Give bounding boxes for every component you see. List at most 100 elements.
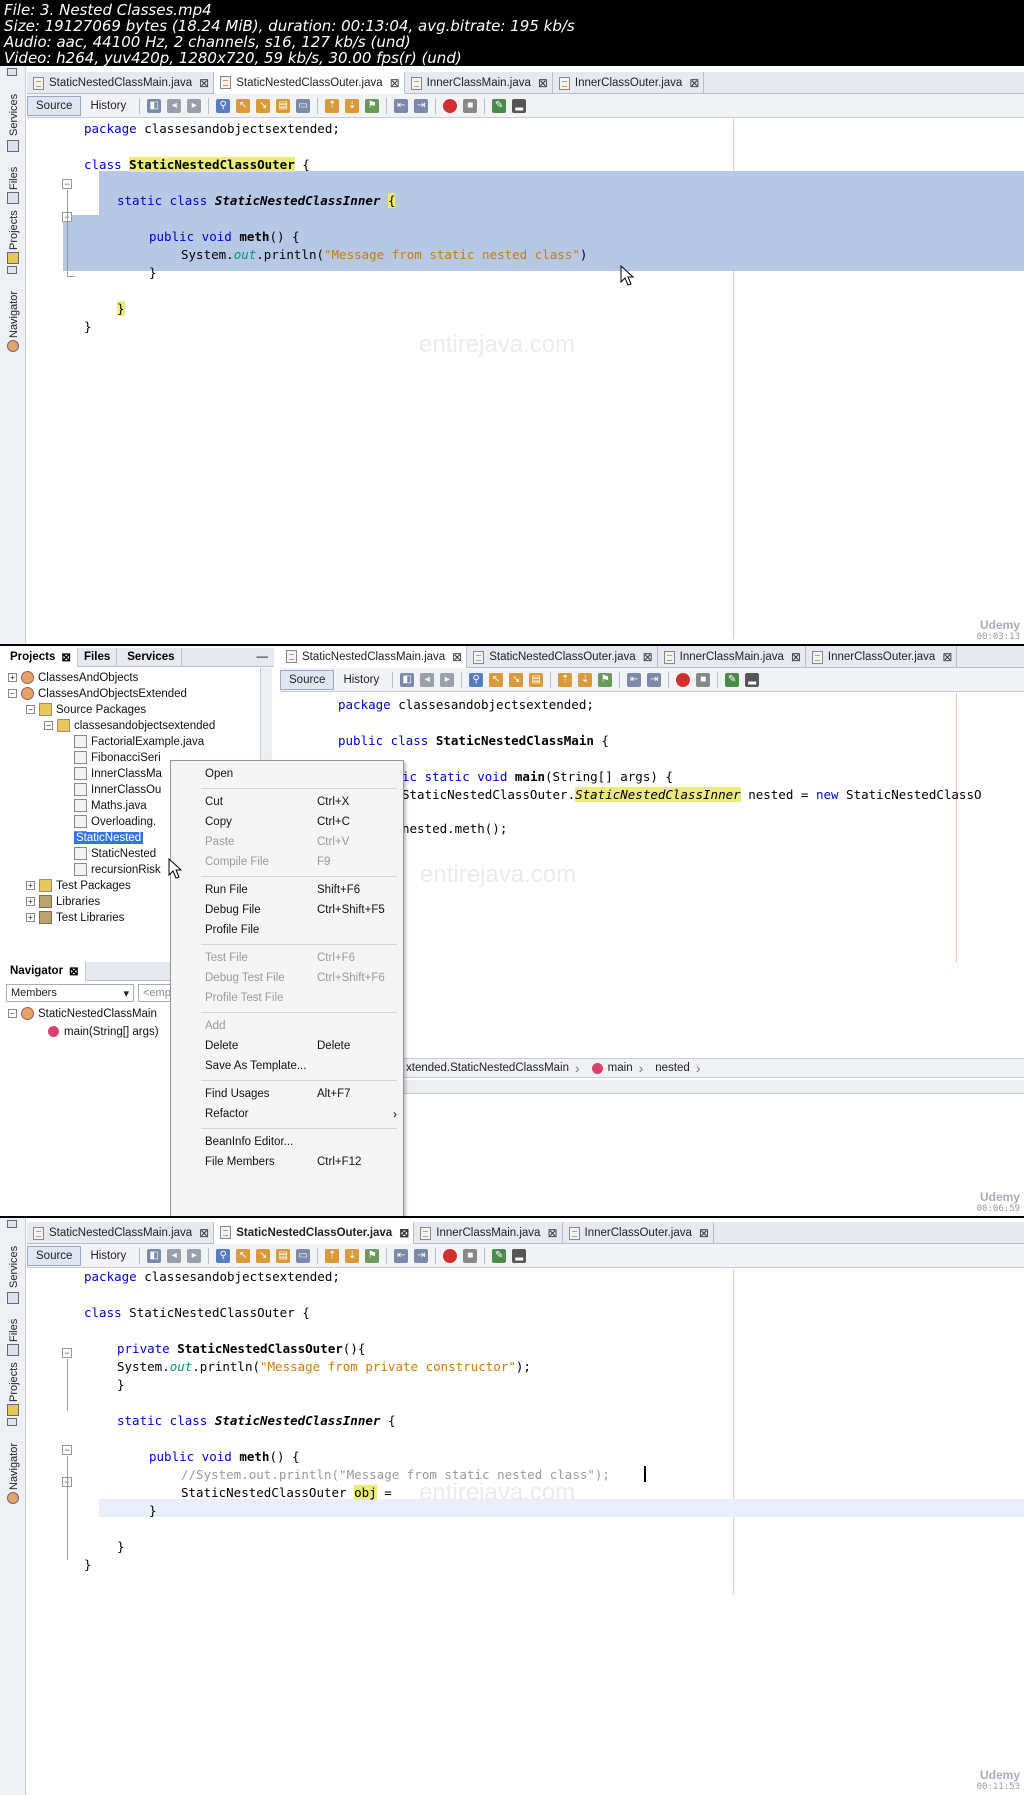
members-combo[interactable]: Members ▾	[6, 984, 134, 1002]
restore-icon[interactable]	[2, 1220, 24, 1232]
tree-item[interactable]: − classesandobjectsextended	[44, 717, 215, 734]
menu-item[interactable]: Debug File Ctrl+Shift+F5	[171, 901, 403, 921]
record-macro-icon[interactable]	[676, 672, 691, 687]
tree-item[interactable]: InnerClassMa	[74, 765, 162, 782]
last-edit-icon[interactable]: ◧	[147, 1248, 162, 1263]
tab-inner-class-main[interactable]: InnerClassMain.java ⊠	[658, 646, 806, 668]
tree-item[interactable]: InnerClassOu	[74, 781, 161, 798]
tree-item[interactable]: − Source Packages	[26, 701, 146, 718]
nav-item[interactable]: − StaticNestedClassMain	[8, 1005, 157, 1022]
tree-item[interactable]: + Test Libraries	[26, 909, 124, 926]
tab-navigator[interactable]: Navigator ⊠	[4, 961, 86, 981]
tree-item[interactable]: Maths.java	[74, 797, 147, 814]
toggle-rect-icon[interactable]: ▭	[296, 98, 311, 113]
toggle-bookmark-icon[interactable]: ⚑	[365, 98, 380, 113]
find-icon[interactable]: ⚲	[469, 672, 484, 687]
tab-inner-class-outer[interactable]: InnerClassOuter.java ⊠	[553, 72, 705, 94]
close-icon[interactable]: ⊠	[452, 650, 462, 664]
tab-static-nested-main[interactable]: StaticNestedClassMain.java ⊠	[27, 1222, 215, 1244]
last-edit-icon[interactable]: ◧	[147, 98, 162, 113]
find-next-icon[interactable]: ↘	[256, 98, 271, 113]
back-icon[interactable]: ◂	[167, 98, 182, 113]
close-icon[interactable]: ⊠	[399, 1226, 409, 1240]
tree-item[interactable]: − ClassesAndObjectsExtended	[8, 685, 187, 702]
close-icon[interactable]: ⊠	[199, 1226, 209, 1240]
close-icon[interactable]: ⊠	[643, 650, 653, 664]
breadcrumb-var[interactable]: nested ›	[649, 1060, 706, 1076]
tab-services[interactable]: Services	[117, 647, 182, 667]
uncomment-icon[interactable]: ▂	[512, 1248, 527, 1263]
history-button[interactable]: History	[334, 670, 388, 690]
close-icon[interactable]: ⊠	[538, 76, 548, 90]
history-button[interactable]: History	[81, 96, 135, 116]
projects-side-tab[interactable]: Projects	[2, 200, 24, 250]
breadcrumb-method[interactable]: main ›	[586, 1060, 650, 1076]
close-icon[interactable]: ⊠	[69, 964, 79, 978]
services-side-tab[interactable]: Services	[2, 82, 24, 136]
shift-right-icon[interactable]: ⇥	[647, 672, 662, 687]
menu-item[interactable]: Copy Ctrl+C	[171, 813, 403, 833]
minimize-icon[interactable]: —	[257, 651, 275, 663]
tab-inner-class-main[interactable]: InnerClassMain.java ⊠	[405, 72, 553, 94]
menu-item[interactable]: Open	[171, 765, 403, 785]
fold-icon[interactable]: −	[62, 1348, 72, 1358]
find-prev-icon[interactable]: ↖	[236, 1248, 251, 1263]
navigator-side-tab[interactable]: Navigator	[2, 280, 24, 338]
tree-item[interactable]: + Libraries	[26, 893, 100, 910]
menu-item[interactable]: Delete Delete	[171, 1037, 403, 1057]
forward-icon[interactable]: ▸	[187, 98, 202, 113]
toggle-highlight-icon[interactable]: ▤	[529, 672, 544, 687]
shift-left-icon[interactable]: ⇤	[627, 672, 642, 687]
tab-static-nested-main[interactable]: StaticNestedClassMain.java ⊠	[280, 646, 468, 668]
shift-right-icon[interactable]: ⇥	[414, 1248, 429, 1263]
tree-item[interactable]: FibonacciSeri	[74, 749, 161, 766]
find-icon[interactable]: ⚲	[216, 1248, 231, 1263]
code-editor[interactable]: − − package classesandobjectsextended; c…	[27, 119, 1024, 644]
tab-static-nested-outer[interactable]: StaticNestedClassOuter.java ⊠	[467, 646, 658, 668]
files-side-tab[interactable]: Files	[2, 156, 24, 190]
tree-item[interactable]: StaticNested	[74, 845, 156, 862]
files-side-tab[interactable]: Files	[2, 1308, 24, 1342]
record-macro-icon[interactable]	[443, 1248, 458, 1263]
breadcrumb-class[interactable]: xtended.StaticNestedClassMain ›	[400, 1060, 586, 1076]
source-button[interactable]: Source	[27, 95, 82, 116]
close-icon[interactable]: ⊠	[689, 76, 699, 90]
close-icon[interactable]: ⊠	[61, 650, 71, 664]
toggle-highlight-icon[interactable]: ▤	[276, 98, 291, 113]
comment-icon[interactable]: ✎	[492, 98, 507, 113]
tab-projects[interactable]: Projects ⊠	[4, 647, 79, 667]
find-next-icon[interactable]: ↘	[256, 1248, 271, 1263]
toggle-highlight-icon[interactable]: ▤	[276, 1248, 291, 1263]
forward-icon[interactable]: ▸	[440, 672, 455, 687]
menu-item[interactable]: Find Usages Alt+F7	[171, 1085, 403, 1105]
uncomment-icon[interactable]: ▂	[745, 672, 760, 687]
tree-item[interactable]: FactorialExample.java	[74, 733, 204, 750]
source-button[interactable]: Source	[27, 1245, 82, 1266]
shift-left-icon[interactable]: ⇤	[394, 1248, 409, 1263]
menu-item[interactable]: Run File Shift+F6	[171, 881, 403, 901]
tab-files[interactable]: Files	[78, 647, 118, 667]
find-icon[interactable]: ⚲	[216, 98, 231, 113]
tab-static-nested-main[interactable]: StaticNestedClassMain.java ⊠	[27, 72, 215, 94]
forward-icon[interactable]: ▸	[187, 1248, 202, 1263]
prev-bookmark-icon[interactable]: ⇡	[325, 1248, 340, 1263]
tree-item-selected[interactable]: StaticNested	[74, 829, 144, 846]
close-icon[interactable]: ⊠	[699, 1226, 709, 1240]
menu-item[interactable]: File Members Ctrl+F12	[171, 1153, 403, 1173]
back-icon[interactable]: ◂	[167, 1248, 182, 1263]
comment-icon[interactable]: ✎	[725, 672, 740, 687]
next-bookmark-icon[interactable]: ⇣	[345, 1248, 360, 1263]
uncomment-icon[interactable]: ▂	[512, 98, 527, 113]
restore-icon-2[interactable]	[2, 1418, 24, 1430]
close-icon[interactable]: ⊠	[791, 650, 801, 664]
tab-static-nested-outer[interactable]: StaticNestedClassOuter.java ⊠	[214, 72, 405, 94]
comment-icon[interactable]: ✎	[492, 1248, 507, 1263]
projects-side-tab[interactable]: Projects	[2, 1352, 24, 1402]
tab-inner-class-outer[interactable]: InnerClassOuter.java ⊠	[563, 1222, 714, 1244]
prev-bookmark-icon[interactable]: ⇡	[325, 98, 340, 113]
tab-static-nested-outer[interactable]: StaticNestedClassOuter.java ⊠	[214, 1222, 415, 1244]
restore-icon-2[interactable]	[2, 266, 24, 278]
source-button[interactable]: Source	[280, 669, 335, 690]
toggle-bookmark-icon[interactable]: ⚑	[598, 672, 613, 687]
tree-item[interactable]: Overloading.	[74, 813, 156, 830]
